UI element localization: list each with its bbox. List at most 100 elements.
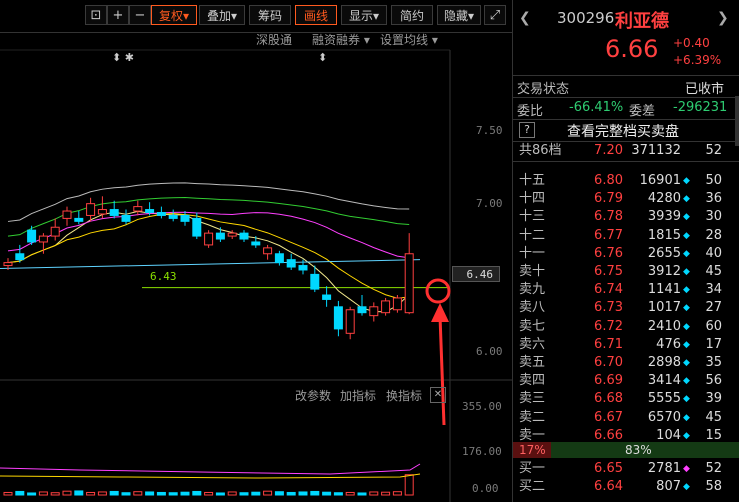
volume-bar [369,491,379,496]
sell-order-row[interactable]: 十二 6.77 1815 ◆ 28 [517,227,736,245]
order-price: 6.74 [594,282,623,298]
volume-bar [298,491,308,496]
candle-body [50,226,60,237]
order-price: 6.80 [594,173,623,188]
order-price: 6.76 [594,245,623,261]
candle-body [192,217,202,237]
order-count: 52 [705,461,722,476]
change-params-link[interactable]: 改参数 [295,387,331,404]
volume-bar [3,491,13,496]
status-value: 已收市 [685,82,725,97]
order-marker-icon: ◆ [683,176,690,186]
sell-order-row[interactable]: 卖十 6.75 3912 ◆ 45 [517,263,736,281]
order-marker-icon: ◆ [683,267,690,277]
candle-body [38,235,48,243]
forward-icon[interactable]: ❯ [717,10,729,26]
order-level-label: 卖六 [519,336,546,352]
price-tick: 7.50 [476,124,503,137]
bid-diff-label: 委差 [629,104,656,119]
order-marker-icon: ◆ [683,464,690,474]
order-marker-icon: ◆ [683,394,690,405]
sell-order-row[interactable]: 卖七 6.72 2410 ◆ 60 [517,318,736,336]
order-count: 39 [705,391,722,407]
scrollbar[interactable] [735,96,739,146]
sell-order-row[interactable]: 卖五 6.70 2898 ◆ 35 [517,354,736,372]
candle-body [298,265,308,271]
order-count: 58 [705,479,722,495]
sell-order-row[interactable]: 卖八 6.73 1017 ◆ 27 [517,299,736,317]
order-volume: 4280 [647,191,681,207]
switch-indicator-link[interactable]: 换指标 [386,387,422,404]
sell-order-row[interactable]: 卖二 6.67 6570 ◆ 45 [517,409,736,427]
candle-body [156,212,166,216]
order-level-label: 卖五 [519,355,546,370]
order-marker-icon: ◆ [683,482,690,493]
current-price-tag: 6.46 [452,266,500,282]
help-icon[interactable]: ? [519,122,535,138]
order-count: 35 [705,355,722,370]
divider [513,75,739,76]
order-price: 6.68 [594,391,623,407]
order-price: 6.78 [594,209,623,225]
ma-line [7,213,410,299]
stock-code: 300296 [557,9,615,27]
price-tick: 6.00 [476,345,503,358]
add-indicator-link[interactable]: 加指标 [340,387,376,404]
sell-order-row[interactable]: 十五 6.80 16901 ◆ 50 [517,172,736,190]
total-levels-row: 共86档 7.20 371132 52 [517,142,736,160]
order-price: 6.71 [594,336,623,352]
sell-order-row[interactable]: 卖三 6.68 5555 ◆ 39 [517,390,736,408]
sell-order-row[interactable]: 卖四 6.69 3414 ◆ 56 [517,372,736,390]
order-level-label: 十二 [519,227,546,243]
order-volume: 2898 [647,355,681,370]
order-volume: 3912 [647,264,681,279]
candle-body [180,214,190,222]
volume-bar [274,491,284,496]
order-volume: 3939 [647,209,681,225]
close-indicator-icon[interactable]: ✕ [430,387,446,403]
order-volume: 476 [656,336,681,352]
order-price: 6.65 [594,461,623,476]
sell-order-row[interactable]: 十三 6.78 3939 ◆ 30 [517,208,736,226]
total-levels-label: 共86档 [519,143,562,158]
candle-body [381,300,391,314]
order-volume: 6570 [647,409,681,425]
candle-body [121,214,131,222]
candle-body [333,306,343,330]
order-marker-icon: ◆ [683,376,690,387]
candle-body [27,229,37,243]
order-count: 45 [705,409,722,425]
volume-tick: 0.00 [472,482,499,495]
sell-order-row[interactable]: 卖六 6.71 476 ◆ 17 [517,336,736,354]
buy-order-row[interactable]: 买二 6.64 807 ◆ 58 [517,478,736,496]
kline-chart[interactable] [0,0,512,502]
order-marker-icon: ◆ [683,358,690,368]
volume-tick: 355.00 [462,400,502,413]
order-marker-icon: ◆ [683,303,690,314]
candle-body [74,217,84,222]
sell-order-row[interactable]: 十一 6.76 2655 ◆ 40 [517,245,736,263]
volume-bar [27,492,37,496]
order-count: 50 [705,173,722,188]
order-level-label: 十一 [519,245,546,261]
quote-panel: ❮ 300296 利亚德 ❯ 6.66 +0.40 +6.39% 交易状态 已收… [512,0,739,502]
sell-order-row[interactable]: 十四 6.79 4280 ◆ 36 [517,190,736,208]
total-levels-price: 7.20 [594,143,623,158]
ratio-right-text: 83% [625,443,652,457]
volume-tick: 176.00 [462,445,502,458]
sell-order-row[interactable]: 卖九 6.74 1141 ◆ 34 [517,281,736,299]
order-price: 6.72 [594,318,623,334]
order-marker-icon: ◆ [683,212,690,223]
volume-bar [38,491,48,496]
order-price: 6.70 [594,355,623,370]
back-icon[interactable]: ❮ [519,10,531,26]
buy-order-row[interactable]: 买一 6.65 2781 ◆ 52 [517,460,736,478]
total-levels-volume: 371132 [631,143,681,158]
full-orderbook-link[interactable]: 查看完整档买卖盘 [567,121,679,141]
volume-bar [180,491,190,496]
order-level-label: 十四 [519,191,546,207]
order-marker-icon: ◆ [683,339,690,350]
candle-body [204,232,214,246]
order-marker-icon: ◆ [683,321,690,332]
order-volume: 1017 [647,300,681,316]
